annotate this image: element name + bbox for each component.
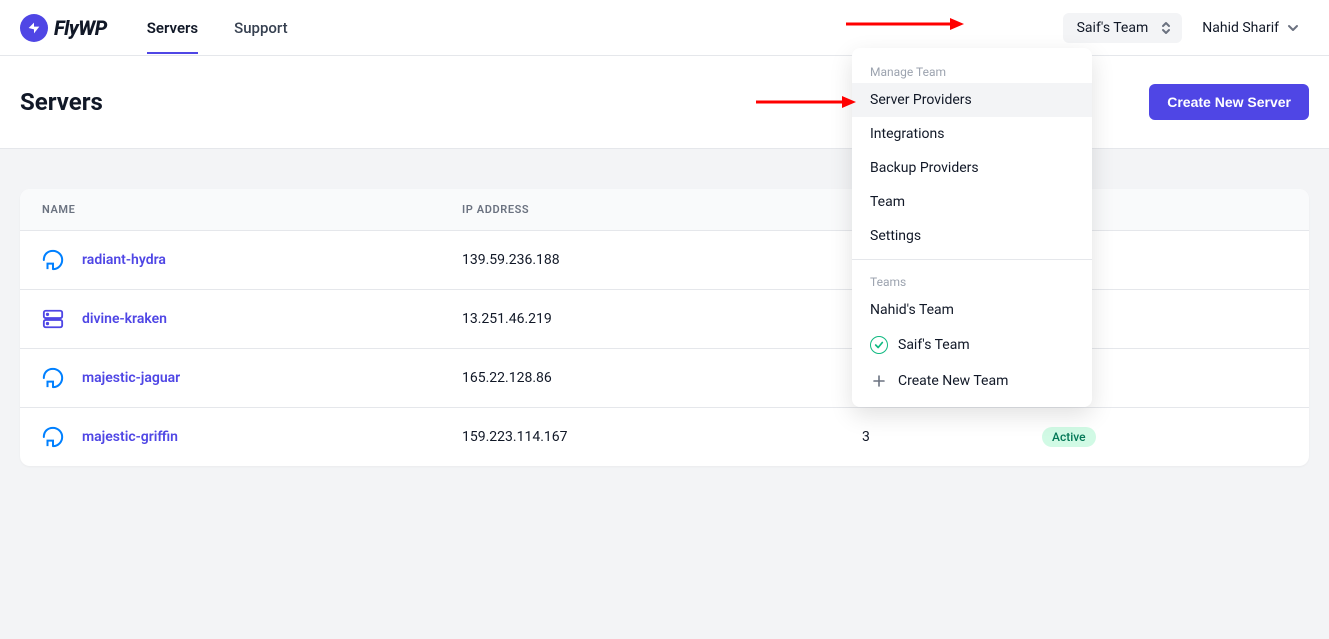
team-dropdown: Manage Team Server Providers Integration…	[852, 48, 1092, 407]
status-badge: Active	[1042, 427, 1096, 447]
team-selector-label: Saif's Team	[1077, 20, 1149, 36]
arrow-annotation-2	[756, 95, 856, 109]
servers-table: NAME IP ADDRESS SITES STATUS radiant-hyd…	[20, 189, 1309, 466]
logo-text: FlyWP	[54, 16, 107, 40]
ip-cell: 13.251.46.219	[440, 290, 840, 349]
logo-mark-icon	[20, 14, 48, 42]
user-name: Nahid Sharif	[1202, 20, 1279, 36]
team-saifs-label: Saif's Team	[898, 337, 970, 353]
digitalocean-icon	[42, 426, 64, 448]
top-nav: FlyWP Servers Support Saif's Team Nahid …	[0, 0, 1329, 56]
status-cell: Active	[1020, 408, 1309, 467]
menu-backup-providers[interactable]: Backup Providers	[852, 151, 1092, 185]
digitalocean-icon	[42, 249, 64, 271]
table-row: radiant-hydra 139.59.236.188	[20, 231, 1309, 290]
ip-cell: 165.22.128.86	[440, 349, 840, 408]
dropdown-manage-label: Manage Team	[852, 56, 1092, 83]
dropdown-teams-label: Teams	[852, 266, 1092, 293]
updown-icon	[1160, 21, 1172, 35]
create-new-team[interactable]: Create New Team	[852, 363, 1092, 399]
menu-integrations[interactable]: Integrations	[852, 117, 1092, 151]
ip-cell: 139.59.236.188	[440, 231, 840, 290]
server-link[interactable]: majestic-jaguar	[82, 370, 180, 386]
table-row: majestic-jaguar 165.22.128.86	[20, 349, 1309, 408]
server-icon	[42, 308, 64, 330]
team-saifs[interactable]: Saif's Team	[852, 327, 1092, 363]
col-ip: IP ADDRESS	[440, 189, 840, 231]
page-title: Servers	[20, 88, 103, 116]
nav-links: Servers Support	[147, 2, 288, 54]
logo[interactable]: FlyWP	[20, 14, 107, 42]
nav-right: Saif's Team Nahid Sharif	[1063, 13, 1309, 43]
team-nahids[interactable]: Nahid's Team	[852, 293, 1092, 327]
server-link[interactable]: divine-kraken	[82, 311, 167, 327]
page-header: Servers Create New Server	[0, 56, 1329, 149]
server-link[interactable]: radiant-hydra	[82, 252, 166, 268]
chevron-down-icon	[1287, 22, 1299, 34]
digitalocean-icon	[42, 367, 64, 389]
ip-cell: 159.223.114.167	[440, 408, 840, 467]
sites-cell: 3	[840, 408, 1020, 467]
user-menu[interactable]: Nahid Sharif	[1202, 20, 1309, 36]
create-team-label: Create New Team	[898, 373, 1008, 389]
content: NAME IP ADDRESS SITES STATUS radiant-hyd…	[0, 149, 1329, 486]
table-row: divine-kraken 13.251.46.219	[20, 290, 1309, 349]
col-name: NAME	[20, 189, 440, 231]
create-server-button[interactable]: Create New Server	[1149, 84, 1309, 120]
menu-settings[interactable]: Settings	[852, 219, 1092, 253]
arrow-annotation-1	[846, 17, 964, 31]
menu-server-providers[interactable]: Server Providers	[852, 83, 1092, 117]
team-selector[interactable]: Saif's Team	[1063, 13, 1183, 43]
menu-team[interactable]: Team	[852, 185, 1092, 219]
table-row: majestic-griffin 159.223.114.1673 Active	[20, 408, 1309, 467]
dropdown-divider	[852, 259, 1092, 260]
check-circle-icon	[870, 336, 888, 354]
nav-servers[interactable]: Servers	[147, 2, 198, 54]
nav-support[interactable]: Support	[234, 2, 287, 54]
plus-icon	[870, 372, 888, 390]
server-link[interactable]: majestic-griffin	[82, 429, 178, 445]
